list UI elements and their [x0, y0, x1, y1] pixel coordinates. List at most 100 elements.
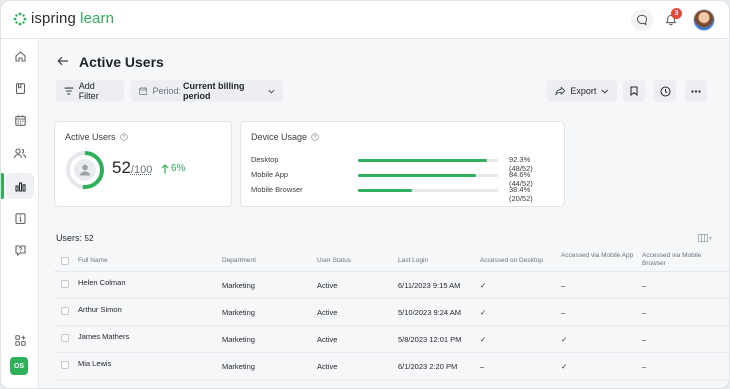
- cell-name: Arthur Simon: [78, 305, 122, 314]
- arrow-up-icon: [161, 163, 169, 173]
- user-avatar[interactable]: [693, 9, 715, 31]
- usage-bar-fill: [358, 189, 412, 192]
- usage-bar-fill: [358, 159, 488, 162]
- row-checkbox[interactable]: [61, 307, 69, 315]
- active-users-title: Active Users: [65, 132, 128, 142]
- cell-mobile-app: –: [561, 281, 566, 290]
- add-filter-label: Add Filter: [78, 81, 99, 101]
- column-header[interactable]: Accessed via Mobile App: [561, 252, 639, 260]
- cell-mobile-app: ✓: [561, 335, 568, 344]
- chevron-down-icon: [268, 89, 275, 93]
- trend-indicator: 6%: [161, 163, 185, 174]
- add-filter-button[interactable]: Add Filter: [56, 80, 124, 102]
- column-header[interactable]: Full Name: [78, 257, 208, 265]
- home-icon[interactable]: [6, 43, 34, 69]
- column-header[interactable]: Department: [222, 257, 302, 265]
- cell-mobile-browser: –: [642, 362, 647, 371]
- export-button[interactable]: Export: [547, 80, 617, 102]
- app-window: ispring learn 3 OS Active Users Add Filt…: [0, 0, 730, 389]
- cell-status: Active: [317, 362, 338, 371]
- notification-badge: 3: [671, 8, 682, 19]
- cell-desktop: ✓: [480, 308, 487, 317]
- table-row[interactable]: Mia Lewis Marketing Active 6/1/2023 2:20 PM…: [54, 353, 729, 380]
- logo-icon: [13, 12, 27, 25]
- chevron-down-icon: [601, 89, 609, 94]
- cell-mobile-browser: –: [642, 281, 647, 290]
- info-icon[interactable]: [6, 205, 34, 231]
- back-arrow-icon[interactable]: [57, 56, 69, 69]
- calendar-icon[interactable]: [6, 107, 34, 133]
- column-header[interactable]: Accessed via Mobile Browser: [642, 252, 722, 268]
- add-apps-icon[interactable]: [6, 327, 34, 353]
- help-circle-icon[interactable]: [119, 133, 128, 141]
- cell-status: Active: [317, 308, 338, 317]
- users-icon[interactable]: [6, 140, 34, 166]
- table-row[interactable]: Helen Colman Marketing Active 6/11/2023 9:1…: [54, 272, 729, 299]
- usage-bar-track: [358, 174, 498, 177]
- cell-mobile-browser: –: [642, 308, 647, 317]
- help-icon[interactable]: [6, 237, 34, 263]
- usage-bar-fill: [358, 174, 477, 177]
- row-checkbox[interactable]: [61, 361, 69, 369]
- users-count: Users: 52: [56, 233, 94, 243]
- cell-name: Helen Colman: [78, 278, 126, 287]
- cell-mobile-app: ✓: [561, 362, 568, 371]
- cell-desktop: ✓: [480, 335, 487, 344]
- calendar-icon: [139, 87, 148, 95]
- device-usage-row: Mobile App 84.6% (44/52): [251, 170, 556, 188]
- top-bar: ispring learn 3: [1, 1, 729, 39]
- period-value: Current billing period: [182, 81, 245, 101]
- export-label: Export: [570, 86, 597, 96]
- chat-icon[interactable]: [631, 9, 653, 31]
- device-usage-row: Desktop 92.3% (48/52): [251, 155, 556, 173]
- column-header[interactable]: Last Login: [398, 257, 476, 265]
- book-icon[interactable]: [6, 75, 34, 101]
- row-checkbox[interactable]: [61, 280, 69, 288]
- cell-department: Marketing: [222, 335, 255, 344]
- logo-text: ispring learn: [31, 10, 115, 27]
- cell-last-login: 6/11/2023 9:15 AM: [398, 281, 461, 290]
- active-users-count: 52/100: [112, 158, 153, 177]
- cell-desktop: ✓: [480, 281, 487, 290]
- device-label: Desktop: [251, 155, 279, 164]
- filter-icon: [64, 87, 74, 95]
- page-title: Active Users: [79, 54, 164, 70]
- account-badge[interactable]: OS: [10, 357, 28, 375]
- column-header[interactable]: Accessed on Desktop: [480, 257, 558, 265]
- cell-name: Mia Lewis: [78, 359, 112, 368]
- users-table: Full Name Department User Status Last Login…: [54, 250, 729, 380]
- column-header[interactable]: User Status: [317, 257, 387, 265]
- sidebar: OS: [1, 39, 39, 388]
- device-usage-row: Mobile Browser 38.4% (20/52): [251, 185, 556, 203]
- bookmark-icon: [630, 86, 638, 96]
- device-label: Mobile Browser: [251, 185, 303, 194]
- cell-last-login: 5/10/2023 9:24 AM: [398, 308, 461, 317]
- clock-icon: [660, 86, 670, 96]
- more-icon: [691, 89, 701, 93]
- table-header: Full Name Department User Status Last Login…: [54, 250, 729, 272]
- share-icon: [555, 86, 566, 96]
- logo[interactable]: ispring learn: [13, 10, 114, 27]
- table-row[interactable]: Arthur Simon Marketing Active 5/10/2023 9:2…: [54, 299, 729, 326]
- active-indicator: [1, 173, 4, 199]
- period-select[interactable]: Period: Current billing period: [131, 80, 283, 102]
- columns-settings-icon[interactable]: [698, 233, 712, 245]
- cell-name: James Mathers: [78, 332, 130, 341]
- cell-mobile-browser: –: [642, 335, 647, 344]
- schedule-button[interactable]: [654, 80, 676, 102]
- help-circle-icon[interactable]: [311, 133, 319, 141]
- row-checkbox[interactable]: [61, 334, 69, 342]
- bookmark-button[interactable]: [623, 80, 645, 102]
- device-usage-title: Device Usage: [251, 132, 319, 142]
- period-label: Period:: [152, 86, 181, 96]
- device-label: Mobile App: [251, 170, 289, 179]
- table-row[interactable]: James Mathers Marketing Active 5/8/2023 12:…: [54, 326, 729, 353]
- cell-last-login: 5/8/2023 12:01 PM: [398, 335, 462, 344]
- cell-mobile-app: –: [561, 308, 566, 317]
- device-usage-card: Device Usage Desktop 92.3% (48/52) Mobile …: [240, 121, 565, 207]
- reports-icon[interactable]: [6, 173, 34, 199]
- select-all-checkbox[interactable]: [61, 257, 69, 265]
- more-button[interactable]: [685, 80, 707, 102]
- cell-status: Active: [317, 335, 338, 344]
- cell-status: Active: [317, 281, 338, 290]
